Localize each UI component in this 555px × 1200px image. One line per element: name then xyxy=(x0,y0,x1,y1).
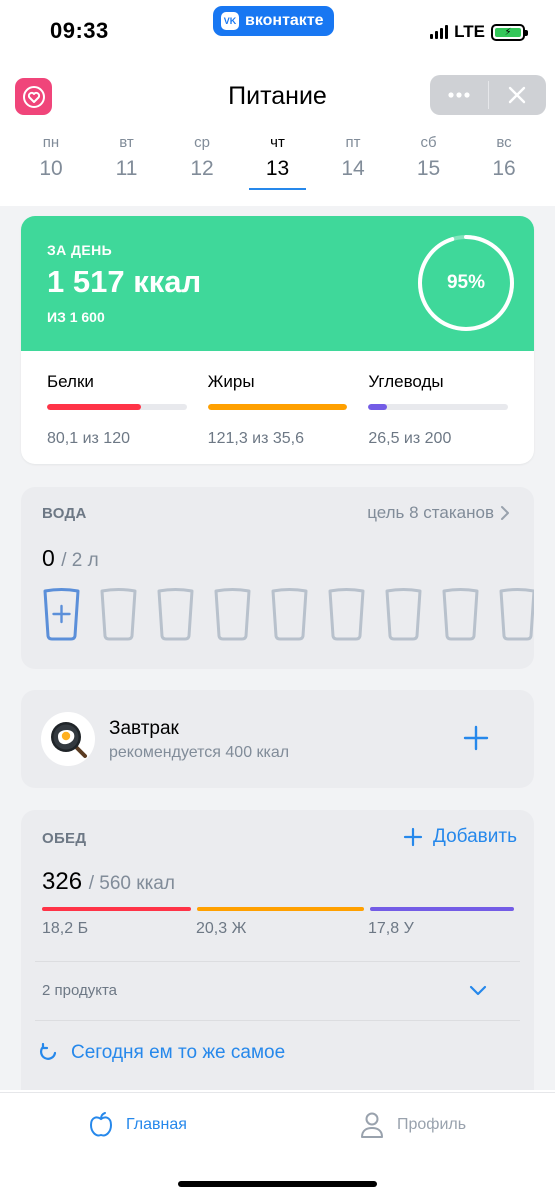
breakfast-title: Завтрак xyxy=(109,718,179,739)
divider xyxy=(35,961,520,962)
calories-panel: ЗА ДЕНЬ 1 517 ккал ИЗ 1 600 95% xyxy=(21,216,534,351)
lunch-card: ОБЕД Добавить 326 / 560 ккал 18,2 Б 20,3… xyxy=(21,810,534,1090)
water-glass xyxy=(498,587,534,642)
fat-bar xyxy=(207,404,348,410)
macro-protein: Белки 80,1 из 120 xyxy=(47,372,187,448)
lunch-macro-values: 18,2 Б 20,3 Ж 17,8 У xyxy=(42,920,414,937)
tab-home[interactable]: Главная xyxy=(88,1111,187,1139)
week-day-selector: пн 10 вт 11 ср 12 чт 13 пт 14 сб 15 вс 16 xyxy=(0,134,555,198)
calories-goal: ИЗ 1 600 xyxy=(47,309,105,325)
chevron-down-icon xyxy=(469,985,487,996)
vk-badge[interactable]: VK вконтакте xyxy=(213,6,334,36)
day-item[interactable]: вс 16 xyxy=(474,134,534,198)
water-glass xyxy=(327,587,366,642)
tab-profile[interactable]: Профиль xyxy=(359,1111,466,1139)
lunch-calories: 326 / 560 ккал xyxy=(42,868,175,895)
lunch-macro-bars xyxy=(42,907,514,911)
app-header: Питание xyxy=(0,74,555,118)
status-time: 09:33 xyxy=(50,18,109,43)
water-glass xyxy=(441,587,480,642)
signal-icon xyxy=(430,25,449,39)
progress-percent: 95% xyxy=(446,272,486,293)
add-lunch-button[interactable]: Добавить xyxy=(403,826,517,848)
calories-total: 1 517 ккал xyxy=(47,264,202,299)
protein-bar xyxy=(47,404,187,410)
water-glass xyxy=(156,587,195,642)
water-title: ВОДА xyxy=(42,505,87,522)
mini-app-capsule xyxy=(430,75,546,115)
repeat-icon xyxy=(40,1043,57,1060)
macro-fat: Жиры 121,3 из 35,6 xyxy=(207,372,348,448)
water-amount: 0 / 2 л xyxy=(42,545,99,571)
day-item[interactable]: пт 14 xyxy=(323,134,383,198)
expand-products-button[interactable] xyxy=(468,980,488,1000)
water-goal-link[interactable]: цель 8 стаканов xyxy=(367,503,510,523)
lunch-fat-bar xyxy=(197,907,364,911)
plus-icon xyxy=(403,827,423,847)
fried-egg-pan-icon xyxy=(41,712,95,766)
vk-badge-label: вконтакте xyxy=(245,12,324,29)
vk-logo-icon: VK xyxy=(221,12,239,30)
water-glasses xyxy=(42,587,534,642)
breakfast-recommendation: рекомендуется 400 ккал xyxy=(109,744,290,761)
chevron-right-icon xyxy=(501,506,509,520)
day-item-selected[interactable]: чт 13 xyxy=(248,134,308,198)
add-water-glass-button[interactable] xyxy=(42,587,81,642)
add-breakfast-button[interactable] xyxy=(462,724,490,752)
breakfast-card[interactable]: Завтрак рекомендуется 400 ккал xyxy=(21,690,534,788)
daily-summary-card[interactable]: ЗА ДЕНЬ 1 517 ккал ИЗ 1 600 95% Белки 80… xyxy=(21,216,534,464)
water-glass xyxy=(270,587,309,642)
day-item[interactable]: вт 11 xyxy=(97,134,157,198)
lunch-protein-bar xyxy=(42,907,191,911)
selected-day-underline xyxy=(249,188,306,190)
battery-charging-icon: ⚡ xyxy=(491,23,528,41)
summary-label: ЗА ДЕНЬ xyxy=(47,242,113,258)
network-label: LTE xyxy=(454,22,485,41)
more-horizontal-icon[interactable] xyxy=(430,75,488,115)
lunch-title: ОБЕД xyxy=(42,830,87,847)
macros-row: Белки 80,1 из 120 Жиры 121,3 из 35,6 Угл… xyxy=(21,351,534,448)
apple-icon xyxy=(89,1112,113,1137)
water-glass xyxy=(99,587,138,642)
day-item[interactable]: пн 10 xyxy=(21,134,81,198)
water-glass xyxy=(384,587,423,642)
macro-carbs: Углеводы 26,5 из 200 xyxy=(368,372,509,448)
water-card: ВОДА цель 8 стаканов 0 / 2 л xyxy=(21,487,534,669)
plus-icon xyxy=(463,725,489,751)
carbs-bar xyxy=(368,404,509,410)
day-item[interactable]: ср 12 xyxy=(172,134,232,198)
divider xyxy=(35,1020,520,1021)
home-indicator xyxy=(178,1181,377,1187)
close-icon[interactable] xyxy=(489,75,547,115)
lunch-carbs-bar xyxy=(370,907,514,911)
products-count: 2 продукта xyxy=(42,982,118,999)
user-icon xyxy=(361,1112,383,1138)
progress-ring: 95% xyxy=(416,233,516,333)
status-bar: 09:33 VK вконтакте LTE ⚡ xyxy=(0,0,555,64)
day-item[interactable]: сб 15 xyxy=(399,134,459,198)
repeat-meal-button[interactable]: Сегодня ем то же самое xyxy=(38,1042,285,1064)
water-glass xyxy=(213,587,252,642)
